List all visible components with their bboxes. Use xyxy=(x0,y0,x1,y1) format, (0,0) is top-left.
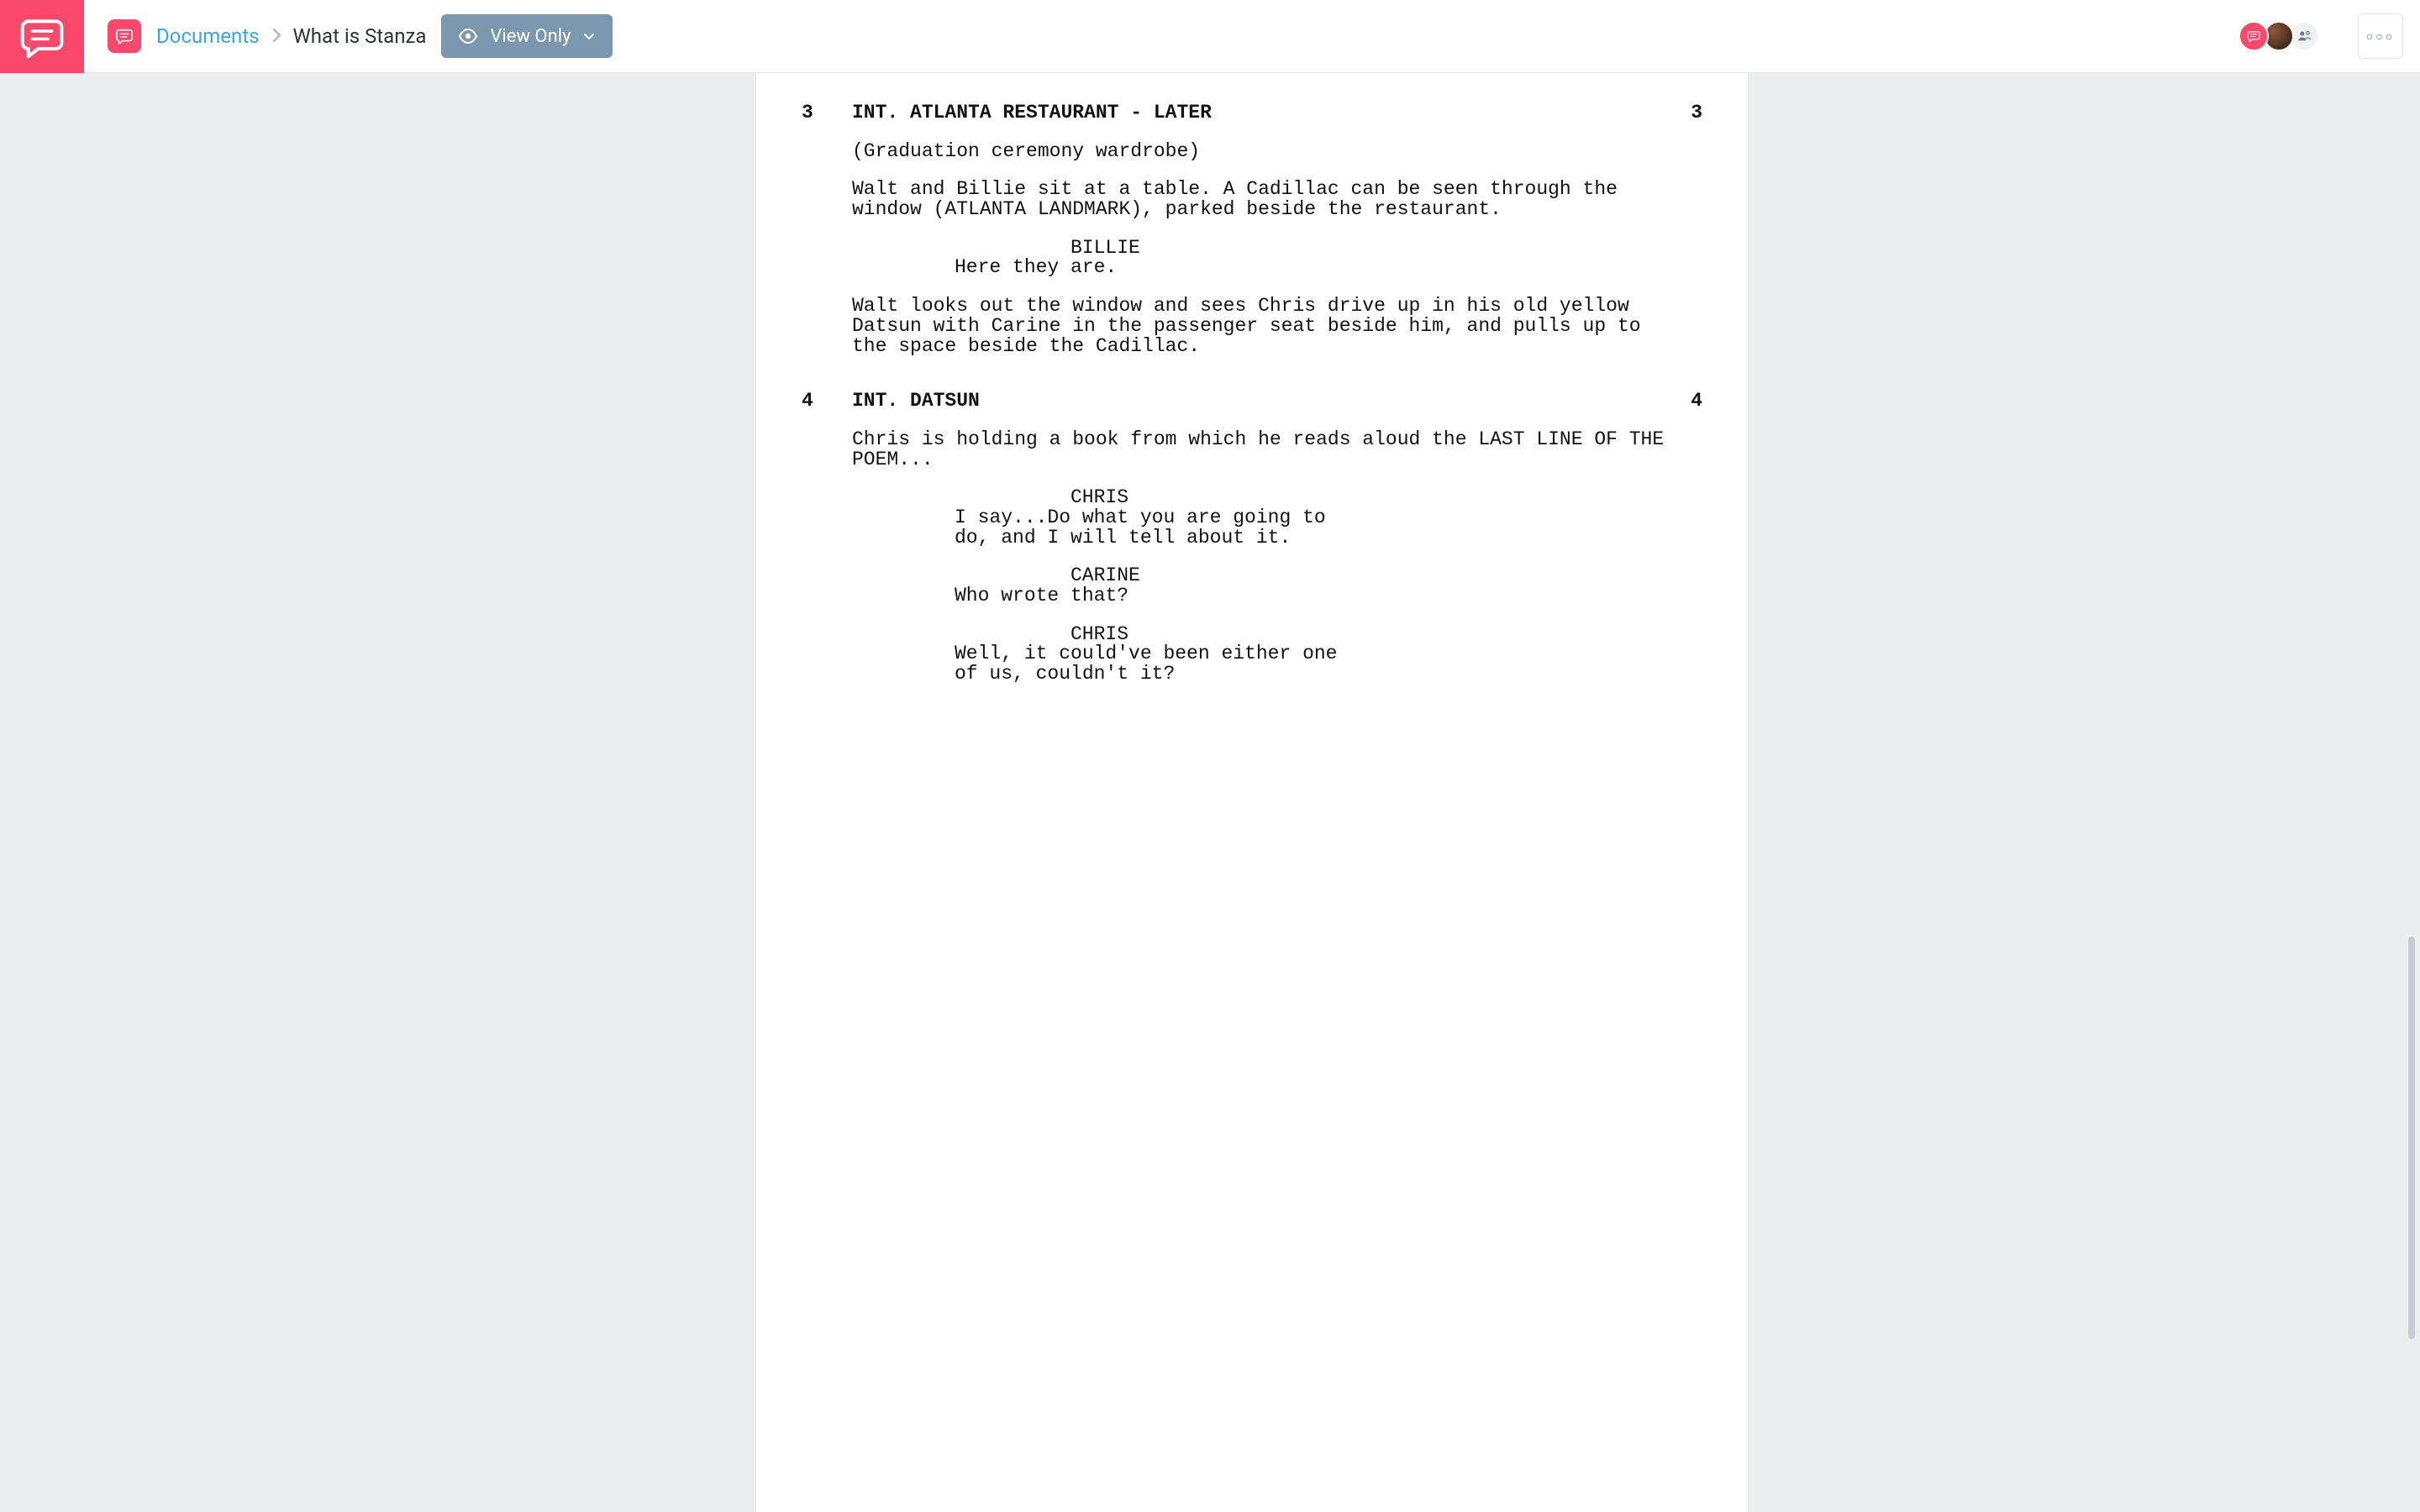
dialog-line: Who wrote that? xyxy=(955,586,1341,606)
leftrail xyxy=(0,73,84,1512)
scene-number-right: 3 xyxy=(1669,103,1702,123)
ellipsis-icon: ○○○ xyxy=(2366,29,2395,44)
more-options-button[interactable]: ○○○ xyxy=(2358,13,2403,59)
dialog-block: CARINEWho wrote that? xyxy=(852,566,1682,606)
chevron-right-icon xyxy=(271,24,281,48)
user-circle-icon xyxy=(2296,29,2312,44)
dialog-block: BILLIEHere they are. xyxy=(852,239,1682,278)
action-text: Walt looks out the window and sees Chris… xyxy=(852,297,1682,356)
topbar: Documents What is Stanza View Only xyxy=(84,0,2420,73)
breadcrumb: Documents What is Stanza xyxy=(156,24,426,48)
dialog-block: CHRISI say...Do what you are going to do… xyxy=(852,488,1682,548)
dialog-line: I say...Do what you are going to do, and… xyxy=(955,508,1341,548)
scene-body: Chris is holding a book from which he re… xyxy=(802,430,1702,685)
script-page: 3INT. ATLANTA RESTAURANT - LATER3(Gradua… xyxy=(756,73,1748,1512)
scrollbar-thumb[interactable] xyxy=(2408,937,2415,1340)
document-type-icon[interactable] xyxy=(108,19,141,53)
view-mode-dropdown[interactable]: View Only xyxy=(441,14,613,58)
action-text: Walt and Billie sit at a table. A Cadill… xyxy=(852,180,1682,219)
character-name: CARINE xyxy=(955,566,1615,586)
breadcrumb-root[interactable]: Documents xyxy=(156,24,260,48)
eye-icon xyxy=(458,26,478,46)
action-text: (Graduation ceremony wardrobe) xyxy=(852,142,1682,162)
scene-heading: 3INT. ATLANTA RESTAURANT - LATER3 xyxy=(802,103,1702,123)
dialog-line: Here they are. xyxy=(955,258,1341,278)
app-logo[interactable] xyxy=(0,0,84,73)
scene-number-left: 3 xyxy=(802,103,852,123)
scene-number-left: 4 xyxy=(802,391,852,412)
speech-bubble-icon xyxy=(115,27,134,45)
chevron-down-icon xyxy=(582,29,596,43)
scene-body: (Graduation ceremony wardrobe) Walt and B… xyxy=(802,142,1702,357)
scene-block: 4INT. DATSUN4Chris is holding a book fro… xyxy=(802,391,1702,685)
dialog-line: Well, it could've been either one of us,… xyxy=(955,644,1341,684)
view-mode-label: View Only xyxy=(490,26,571,47)
scene-heading: 4INT. DATSUN4 xyxy=(802,391,1702,412)
action-text: Chris is holding a book from which he re… xyxy=(852,430,1682,470)
document-viewport[interactable]: 3INT. ATLANTA RESTAURANT - LATER3(Gradua… xyxy=(84,73,2420,1512)
scrollbar[interactable] xyxy=(2407,73,2417,1512)
scene-title: INT. ATLANTA RESTAURANT - LATER xyxy=(852,103,1669,123)
scene-title: INT. DATSUN xyxy=(852,391,1669,412)
avatar-app[interactable] xyxy=(2238,21,2269,51)
character-name: CHRIS xyxy=(955,625,1615,645)
scene-block: 3INT. ATLANTA RESTAURANT - LATER3(Gradua… xyxy=(802,103,1702,356)
presence-avatars xyxy=(2244,21,2319,51)
dialog-block: CHRISWell, it could've been either one o… xyxy=(852,625,1682,685)
speech-bubble-icon xyxy=(18,13,66,60)
character-name: BILLIE xyxy=(955,239,1615,259)
scene-number-right: 4 xyxy=(1669,391,1702,412)
breadcrumb-current: What is Stanza xyxy=(293,24,427,48)
character-name: CHRIS xyxy=(955,488,1615,508)
